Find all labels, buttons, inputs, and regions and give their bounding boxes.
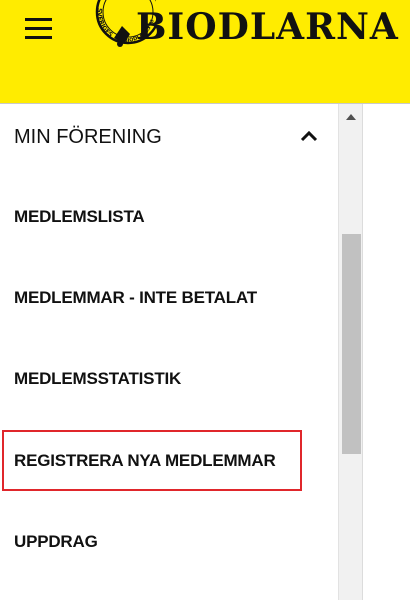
svg-text:SVERIGES: SVERIGES xyxy=(96,8,114,39)
section-title-min-forening[interactable]: MIN FÖRENING xyxy=(14,126,162,149)
site-header: SVERIGES BIODLARES RIKSFÖRBUND BIODLARNA xyxy=(0,0,410,104)
logo-text-left: SVERIGES xyxy=(96,8,114,39)
sidebar-item-medlemmar-inte-betalat[interactable]: MEDLEMMAR - INTE BETALAT xyxy=(14,285,257,311)
hamburger-bar xyxy=(25,27,52,30)
sidebar-menu: MIN FÖRENING MEDLEMSLISTA MEDLEMMAR - IN… xyxy=(0,104,338,600)
sidebar-item-uppdrag[interactable]: UPPDRAG xyxy=(14,529,98,555)
sidebar-item-medlemslista[interactable]: MEDLEMSLISTA xyxy=(14,204,145,230)
hamburger-bar xyxy=(25,36,52,39)
brand-name[interactable]: BIODLARNA xyxy=(136,6,399,48)
chevron-up-icon[interactable] xyxy=(298,128,320,144)
sidebar-item-medlemsstatistik[interactable]: MEDLEMSSTATISTIK xyxy=(14,366,181,392)
scrollbar-thumb[interactable] xyxy=(342,234,361,454)
sidebar-item-registrera-nya-medlemmar[interactable]: REGISTRERA NYA MEDLEMMAR xyxy=(14,448,276,474)
hamburger-menu-icon[interactable] xyxy=(25,16,53,42)
content-area xyxy=(363,104,410,600)
vertical-scrollbar[interactable] xyxy=(338,104,363,600)
scroll-up-arrow-icon[interactable] xyxy=(346,114,356,120)
hamburger-bar xyxy=(25,18,52,21)
